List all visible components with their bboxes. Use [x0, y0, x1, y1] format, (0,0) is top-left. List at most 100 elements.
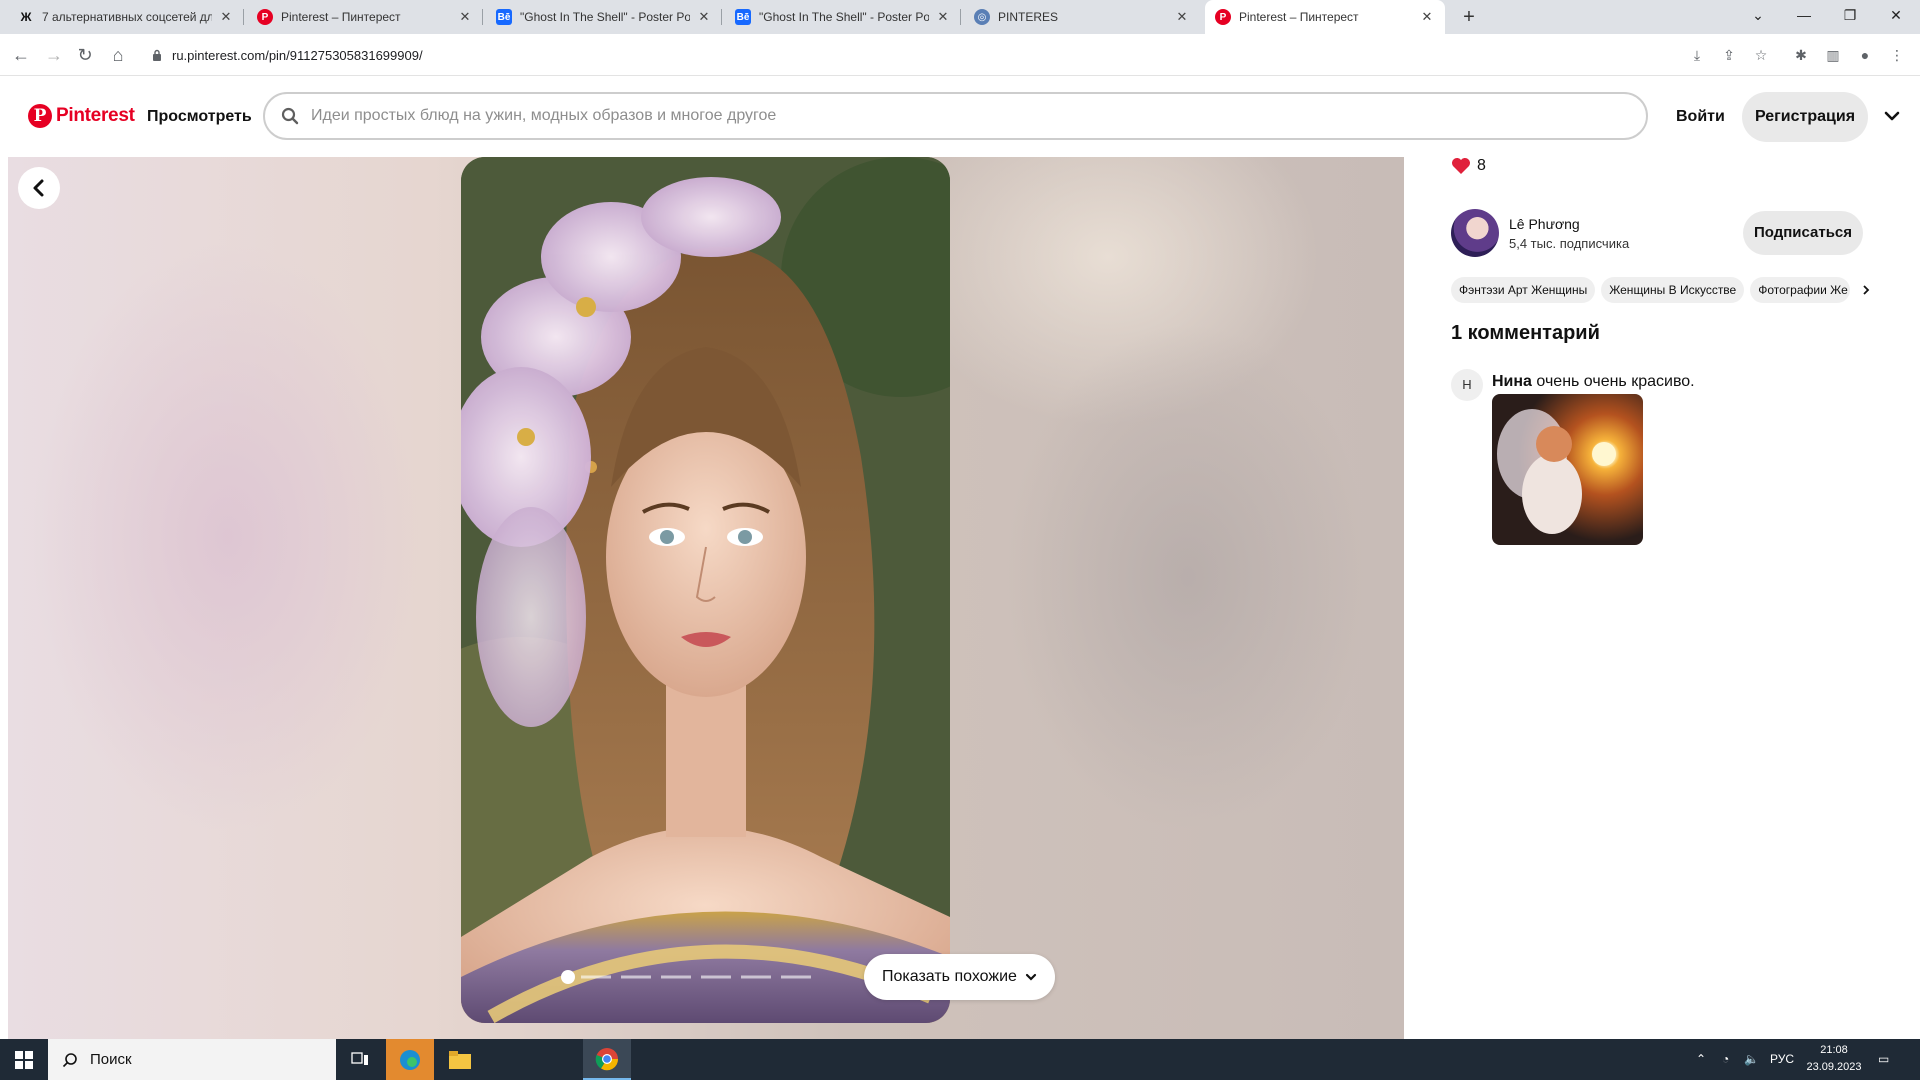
- profile-icon[interactable]: ●: [1854, 44, 1876, 66]
- behance-icon: Bē: [735, 9, 751, 25]
- clock[interactable]: 21:08 23.09.2023: [1796, 1042, 1872, 1076]
- tag-chip[interactable]: Фэнтэзи Арт Женщины: [1451, 277, 1596, 303]
- reactions[interactable]: 8: [1451, 157, 1486, 175]
- tab-title: "Ghost In The Shell" - Poster Pos: [520, 10, 690, 24]
- close-tab-icon[interactable]: ✕: [457, 9, 473, 25]
- pinterest-logo-icon: P: [28, 104, 52, 128]
- comments-title: 1 комментарий: [1451, 322, 1600, 344]
- file-explorer-icon[interactable]: [436, 1039, 484, 1080]
- url-text: ru.pinterest.com/pin/911275305831699909/: [172, 47, 423, 63]
- tab-title: Pinterest – Пинтерест: [1239, 10, 1359, 24]
- taskbar-search[interactable]: Поиск: [48, 1039, 336, 1080]
- close-tab-icon[interactable]: ✕: [935, 9, 951, 25]
- taskbar: Поиск ⌃ ◔ 🔈 РУС 21:08 23.09.2023 ▭: [0, 1039, 1920, 1080]
- notifications-icon[interactable]: ▭: [1878, 1039, 1889, 1080]
- restore-button[interactable]: ❐: [1827, 0, 1873, 30]
- heart-icon: [1452, 158, 1470, 174]
- comment-avatar[interactable]: Н: [1451, 369, 1483, 401]
- tab-search-icon[interactable]: ⌄: [1735, 0, 1781, 30]
- language-indicator[interactable]: РУС: [1770, 1039, 1794, 1080]
- back-arrow-icon[interactable]: ←: [9, 43, 33, 67]
- comment-text: Нина очень очень красиво.: [1492, 373, 1695, 391]
- forward-arrow-icon[interactable]: →: [42, 43, 66, 67]
- clock-date: 23.09.2023: [1806, 1061, 1862, 1073]
- minimize-button[interactable]: —: [1781, 0, 1827, 30]
- logo-text: Pinterest: [56, 105, 135, 126]
- tab-title: "Ghost In The Shell" - Poster Pos: [759, 10, 929, 24]
- tag-list: Фэнтэзи Арт Женщины Женщины В Искусстве …: [1451, 277, 1872, 303]
- author-block: Lê Phương 5,4 тыс. подписчика Подписатьс…: [1451, 209, 1891, 257]
- chevron-right-icon[interactable]: [1860, 284, 1872, 296]
- globe-icon: ◎: [974, 9, 990, 25]
- search-box[interactable]: [263, 92, 1648, 140]
- comment-body: очень очень красиво.: [1536, 373, 1695, 390]
- browser-tab[interactable]: ◎ PINTERES ✕: [964, 0, 1200, 34]
- browser-tab-active[interactable]: P Pinterest – Пинтерест ✕: [1205, 0, 1445, 34]
- pinterest-logo[interactable]: P Pinterest: [28, 104, 135, 128]
- chevron-left-icon: [33, 179, 44, 197]
- volume-icon[interactable]: 🔈: [1744, 1039, 1759, 1080]
- network-icon[interactable]: ◔: [1722, 1039, 1729, 1080]
- reload-icon[interactable]: ↻: [73, 43, 97, 67]
- search-input[interactable]: [311, 107, 1611, 125]
- share-icon[interactable]: ⇪: [1718, 44, 1740, 66]
- chevron-up-icon[interactable]: ⌃: [1696, 1039, 1706, 1080]
- login-button[interactable]: Войти: [1664, 99, 1737, 135]
- lock-icon: [153, 49, 161, 61]
- pinterest-header: P Pinterest Просмотреть Войти Регистраци…: [0, 77, 1920, 157]
- address-bar[interactable]: ru.pinterest.com/pin/911275305831699909/: [140, 40, 1630, 70]
- comment-author[interactable]: Нина: [1492, 373, 1532, 390]
- chevron-down-icon: [1025, 973, 1037, 981]
- tab-title: PINTERES: [998, 10, 1059, 24]
- close-tab-icon[interactable]: ✕: [1174, 9, 1190, 25]
- home-icon[interactable]: ⌂: [106, 43, 130, 67]
- close-tab-icon[interactable]: ✕: [696, 9, 712, 25]
- tab-title: 7 альтернативных соцсетей для: [42, 10, 212, 24]
- pin-image[interactable]: [461, 157, 950, 1023]
- start-button[interactable]: [0, 1039, 48, 1080]
- follower-count: 5,4 тыс. подписчика: [1509, 236, 1630, 251]
- chevron-down-icon[interactable]: [1880, 104, 1904, 128]
- browser-toolbar: ← → ↻ ⌂ ru.pinterest.com/pin/91127530583…: [0, 34, 1920, 76]
- pin-closeup: Показать похожие: [8, 157, 1404, 1039]
- menu-dots-icon[interactable]: ⋮: [1886, 44, 1908, 66]
- show-similar-button[interactable]: Показать похожие: [864, 954, 1055, 1000]
- show-similar-label: Показать похожие: [882, 968, 1017, 985]
- side-panel-icon[interactable]: ▥: [1822, 44, 1844, 66]
- search-icon: [62, 1052, 77, 1067]
- author-name[interactable]: Lê Phương: [1509, 216, 1580, 232]
- task-view-icon[interactable]: [336, 1039, 384, 1080]
- browser-tab[interactable]: Ж 7 альтернативных соцсетей для ✕: [8, 0, 244, 34]
- portrait-artwork: [461, 157, 950, 1023]
- browser-tab[interactable]: P Pinterest – Пинтерест ✕: [247, 0, 483, 34]
- behance-icon: Bē: [496, 9, 512, 25]
- back-button[interactable]: [18, 167, 60, 209]
- close-window-button[interactable]: ✕: [1873, 0, 1919, 30]
- chrome-icon[interactable]: [583, 1039, 631, 1080]
- taskbar-search-label: Поиск: [90, 1051, 132, 1068]
- reaction-count: 8: [1477, 157, 1486, 174]
- pinterest-icon: P: [1215, 9, 1231, 25]
- pinterest-icon: P: [257, 9, 273, 25]
- browser-tab[interactable]: Bē "Ghost In The Shell" - Poster Pos ✕: [725, 0, 961, 34]
- windows-icon: [15, 1050, 33, 1069]
- signup-button[interactable]: Регистрация: [1742, 92, 1868, 142]
- new-tab-button[interactable]: +: [1456, 4, 1482, 30]
- bookmark-star-icon[interactable]: ☆: [1750, 44, 1772, 66]
- follow-button[interactable]: Подписаться: [1743, 211, 1863, 255]
- search-icon: [281, 107, 299, 125]
- browser-tab-strip: Ж 7 альтернативных соцсетей для ✕ P Pint…: [0, 0, 1920, 34]
- extensions-icon[interactable]: ✱: [1790, 44, 1812, 66]
- explore-link[interactable]: Просмотреть: [147, 108, 252, 126]
- install-app-icon[interactable]: ⤓: [1686, 44, 1708, 66]
- close-tab-icon[interactable]: ✕: [218, 9, 234, 25]
- angel-picture: [1497, 409, 1616, 534]
- browser-tab[interactable]: Bē "Ghost In The Shell" - Poster Pos ✕: [486, 0, 722, 34]
- avatar[interactable]: [1451, 209, 1499, 257]
- zhzh-icon: Ж: [20, 10, 32, 24]
- tag-chip[interactable]: Фотографии Же: [1750, 277, 1851, 303]
- close-tab-icon[interactable]: ✕: [1419, 9, 1435, 25]
- comment-image[interactable]: [1492, 394, 1643, 545]
- tag-chip[interactable]: Женщины В Искусстве: [1601, 277, 1745, 303]
- edge-icon[interactable]: [386, 1039, 434, 1080]
